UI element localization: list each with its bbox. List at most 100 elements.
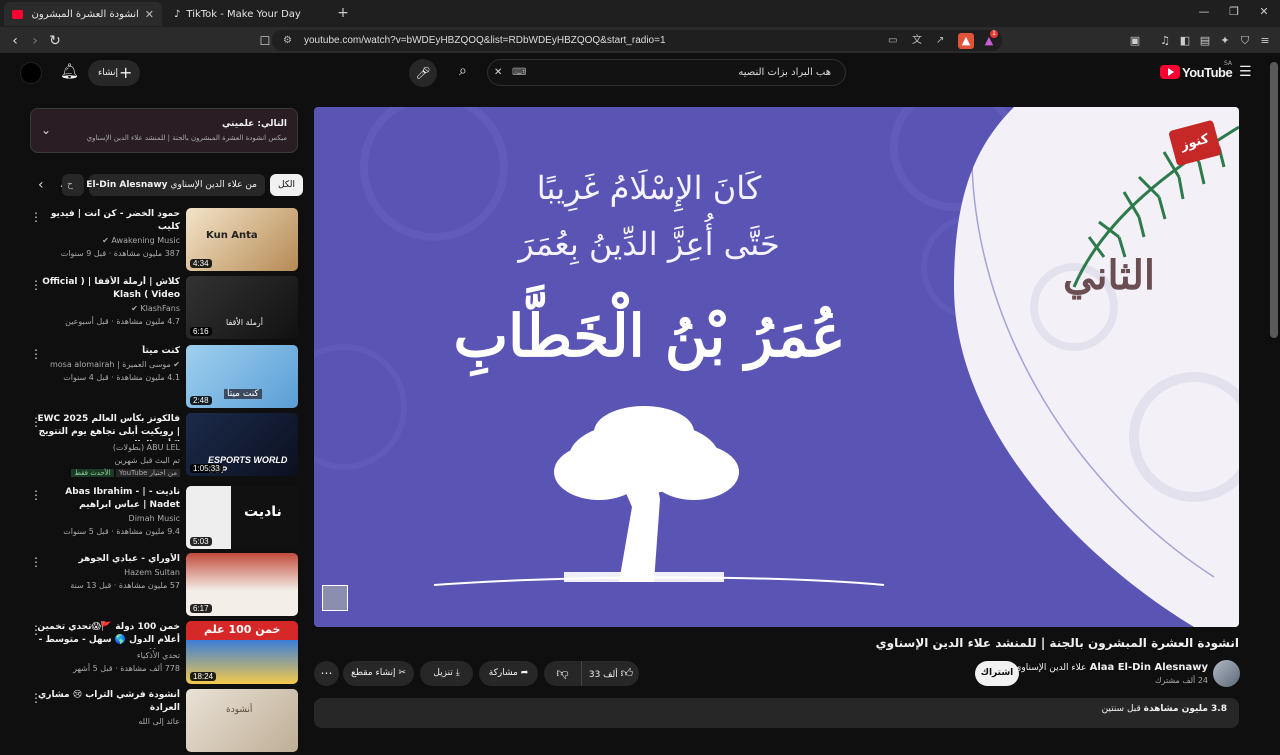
page-scrollbar[interactable]: [1270, 62, 1278, 338]
vpn-icon[interactable]: ⛉: [1237, 33, 1253, 49]
tab-tiktok[interactable]: ♪ TikTok - Make Your Day: [166, 2, 326, 26]
minimize-icon[interactable]: —: [1194, 5, 1214, 18]
thumbnail-text: ناديت: [244, 504, 282, 520]
list-item[interactable]: ⋮ فالكونز بكأس العالم EWC 2025 | رويكيت …: [28, 413, 298, 483]
video-title[interactable]: خمن 100 دولة 🚩😱تحدي تخمين أعلام الدول 🌎 …: [35, 621, 180, 649]
calligraphy-name: عُمَرُ بْنُ الْخَطَّابِ: [453, 302, 846, 370]
channel-name[interactable]: تحدي الأذكياء: [35, 649, 180, 662]
list-item[interactable]: ⋮ كنت ميتاً ✔ موسى العميرة | mosa alomai…: [28, 345, 298, 411]
share-button[interactable]: مشاركة ➦: [479, 661, 538, 686]
channel-avatar[interactable]: [1213, 660, 1240, 687]
channel-name[interactable]: KlashFans: [140, 304, 180, 313]
like-button[interactable]: 33 ألف 👍︎: [583, 661, 639, 686]
video-stats: 387 مليون مشاهدة · قبل 9 سنوات: [60, 249, 180, 258]
channel-name[interactable]: Awakening Music: [111, 236, 180, 245]
chevron-down-icon[interactable]: ⌄: [41, 123, 51, 137]
share-page-icon[interactable]: ↗: [936, 30, 944, 51]
clear-search-icon[interactable]: ✕: [494, 60, 502, 85]
clip-button[interactable]: إنشاء مقطع ✂: [343, 661, 414, 686]
video-title[interactable]: كلاش | أرملة الأقفا | ( Official Video )…: [35, 276, 180, 302]
address-bar[interactable]: ⚙ youtube.com/watch?v=bWDEyHBZQOQ&list=R…: [272, 30, 1002, 51]
youtube-logo-text[interactable]: YouTube: [1182, 65, 1233, 80]
duration-badge: 18:24: [190, 672, 217, 681]
guide-menu-icon[interactable]: ☰: [1239, 64, 1252, 80]
mix-playlist-panel[interactable]: التالي: علميني ميكس انشودة العشرة المبشر…: [30, 108, 298, 153]
forward-icon[interactable]: ›: [25, 31, 45, 51]
list-item[interactable]: ⋮ ناديت - | Abas Ibrahim - Nadet | عباس …: [28, 486, 298, 552]
screenshot-icon[interactable]: ▣: [1127, 33, 1143, 49]
create-button[interactable]: إنشاء +: [88, 60, 140, 86]
tab-youtube[interactable]: انشودة العشرة المبشرون بالجنة | لل ✕: [4, 2, 162, 26]
site-info-icon[interactable]: ⚙: [283, 30, 292, 51]
close-window-icon[interactable]: ✕: [1254, 5, 1274, 18]
channel-name-ar[interactable]: علاء الدين الإسناوي: [1014, 663, 1086, 673]
channel-name[interactable]: Hazem Sultan: [35, 566, 180, 579]
video-title[interactable]: الأوراي - عبادي الجوهر: [35, 553, 180, 566]
video-player[interactable]: كَانَ الإِسْلَامُ غَرِيبًا حَتَّى أُعِزَ…: [314, 107, 1239, 627]
channel-name[interactable]: Dimah Music: [35, 512, 180, 525]
ai-icon[interactable]: ✦: [1217, 33, 1233, 49]
video-thumbnail[interactable]: ESPORTS WORLD CUP 1:05:33: [186, 413, 298, 476]
chip-all[interactable]: الكل: [270, 174, 304, 196]
video-title[interactable]: ناديت - | Abas Ibrahim - Nadet | عباس اب…: [35, 486, 180, 512]
video-stats: 4.7 مليون مشاهدة · قبل أسبوعين: [65, 317, 180, 326]
translate-icon[interactable]: 文: [912, 30, 922, 51]
video-title[interactable]: فالكونز بكأس العالم EWC 2025 | رويكيت أب…: [35, 413, 180, 441]
chip-from-channel[interactable]: من علاء الدين الإسناوي Alaa El-Din Alesn…: [61, 174, 265, 196]
channel-name[interactable]: عائد إلى الله: [35, 715, 180, 728]
video-thumbnail[interactable]: أنشودة: [186, 689, 298, 752]
list-item[interactable]: ⋮ حمود الخضر - كن انت | فيديو كليب Awake…: [28, 208, 298, 274]
menu-icon[interactable]: ≡: [1257, 33, 1273, 49]
close-tab-icon[interactable]: ✕: [145, 8, 154, 21]
duration-badge: 5:03: [190, 537, 212, 546]
brave-shield-icon[interactable]: ▲: [958, 33, 974, 49]
chips-scroll-left-icon[interactable]: ‹: [38, 177, 44, 193]
channel-name[interactable]: موسى العميرة | mosa alomairah: [50, 360, 171, 369]
reload-icon[interactable]: ↻: [45, 31, 65, 51]
list-item[interactable]: ⋮ أنشودة فرشي التراب 😢 مشاري العرادة عائ…: [28, 689, 298, 755]
music-icon[interactable]: ♫: [1157, 33, 1173, 49]
notifications-bell-icon[interactable]: 🔔︎: [60, 62, 79, 80]
video-title[interactable]: أنشودة فرشي التراب 😢 مشاري العرادة: [35, 689, 180, 715]
avatar[interactable]: [20, 62, 42, 84]
video-title[interactable]: كنت ميتاً: [35, 345, 180, 358]
chip-more[interactable]: ح: [62, 174, 84, 196]
video-thumbnail[interactable]: ناديت 5:03: [186, 486, 298, 549]
youtube-favicon-icon: [12, 9, 24, 19]
sidebar-toggle-icon[interactable]: ◧: [1177, 33, 1193, 49]
voice-search-icon[interactable]: 🎤︎: [409, 59, 437, 87]
dislike-button[interactable]: 👎︎: [544, 661, 582, 686]
youtube-logo-icon[interactable]: [1160, 65, 1180, 79]
duration-badge: 1:05:33: [190, 464, 223, 473]
more-actions-icon[interactable]: ⋯: [314, 661, 339, 686]
video-thumbnail[interactable]: خمن 100 علم 18:24: [186, 621, 298, 684]
list-item[interactable]: ⋮ الأوراي - عبادي الجوهر Hazem Sultan 57…: [28, 553, 298, 619]
video-thumbnail[interactable]: كنت ميتا 2:48: [186, 345, 298, 408]
video-thumbnail[interactable]: Kun Anta 4:34: [186, 208, 298, 271]
maximize-icon[interactable]: ❐: [1224, 5, 1244, 18]
search-input[interactable]: هب البراد بزات النصيه ⌨ ✕: [487, 59, 846, 86]
download-button[interactable]: تنزيل ⤓: [420, 661, 473, 686]
video-title[interactable]: حمود الخضر - كن انت | فيديو كليب: [35, 208, 180, 234]
wallet-icon[interactable]: ▤: [1197, 33, 1213, 49]
description-box[interactable]: 3.8 مليون مشاهدة قبل سنتين: [314, 698, 1239, 728]
install-app-icon[interactable]: ▭: [888, 30, 897, 51]
duration-badge: 2:48: [190, 396, 212, 405]
list-item[interactable]: ⋮ خمن 100 دولة 🚩😱تحدي تخمين أعلام الدول …: [28, 621, 298, 687]
channel-name[interactable]: ABU LEL (بطولات): [35, 441, 180, 454]
subscribe-button[interactable]: اشتراك: [975, 661, 1019, 686]
channel-name-en[interactable]: Alaa El-Din Alesnawy: [1090, 662, 1208, 673]
back-icon[interactable]: ‹: [5, 31, 25, 51]
new-tab-button[interactable]: +: [333, 5, 353, 21]
search-icon[interactable]: ⌕: [459, 63, 467, 79]
list-item[interactable]: ⋮ كلاش | أرملة الأقفا | ( Official Video…: [28, 276, 298, 342]
keyboard-icon[interactable]: ⌨: [512, 60, 526, 85]
video-stats: 778 ألف مشاهدة · قبل 5 أشهر: [73, 664, 180, 673]
video-thumbnail[interactable]: أرملة الأقفا 6:16: [186, 276, 298, 339]
thumbnail-text: خمن 100 علم: [204, 623, 281, 636]
url-text: youtube.com/watch?v=bWDEyHBZQOQ&list=RDb…: [304, 35, 666, 46]
tiktok-favicon-icon: ♪: [174, 8, 181, 20]
verified-icon: ✔: [173, 360, 180, 369]
video-thumbnail[interactable]: 6:17: [186, 553, 298, 616]
channel-avatar-watermark[interactable]: [322, 585, 348, 611]
